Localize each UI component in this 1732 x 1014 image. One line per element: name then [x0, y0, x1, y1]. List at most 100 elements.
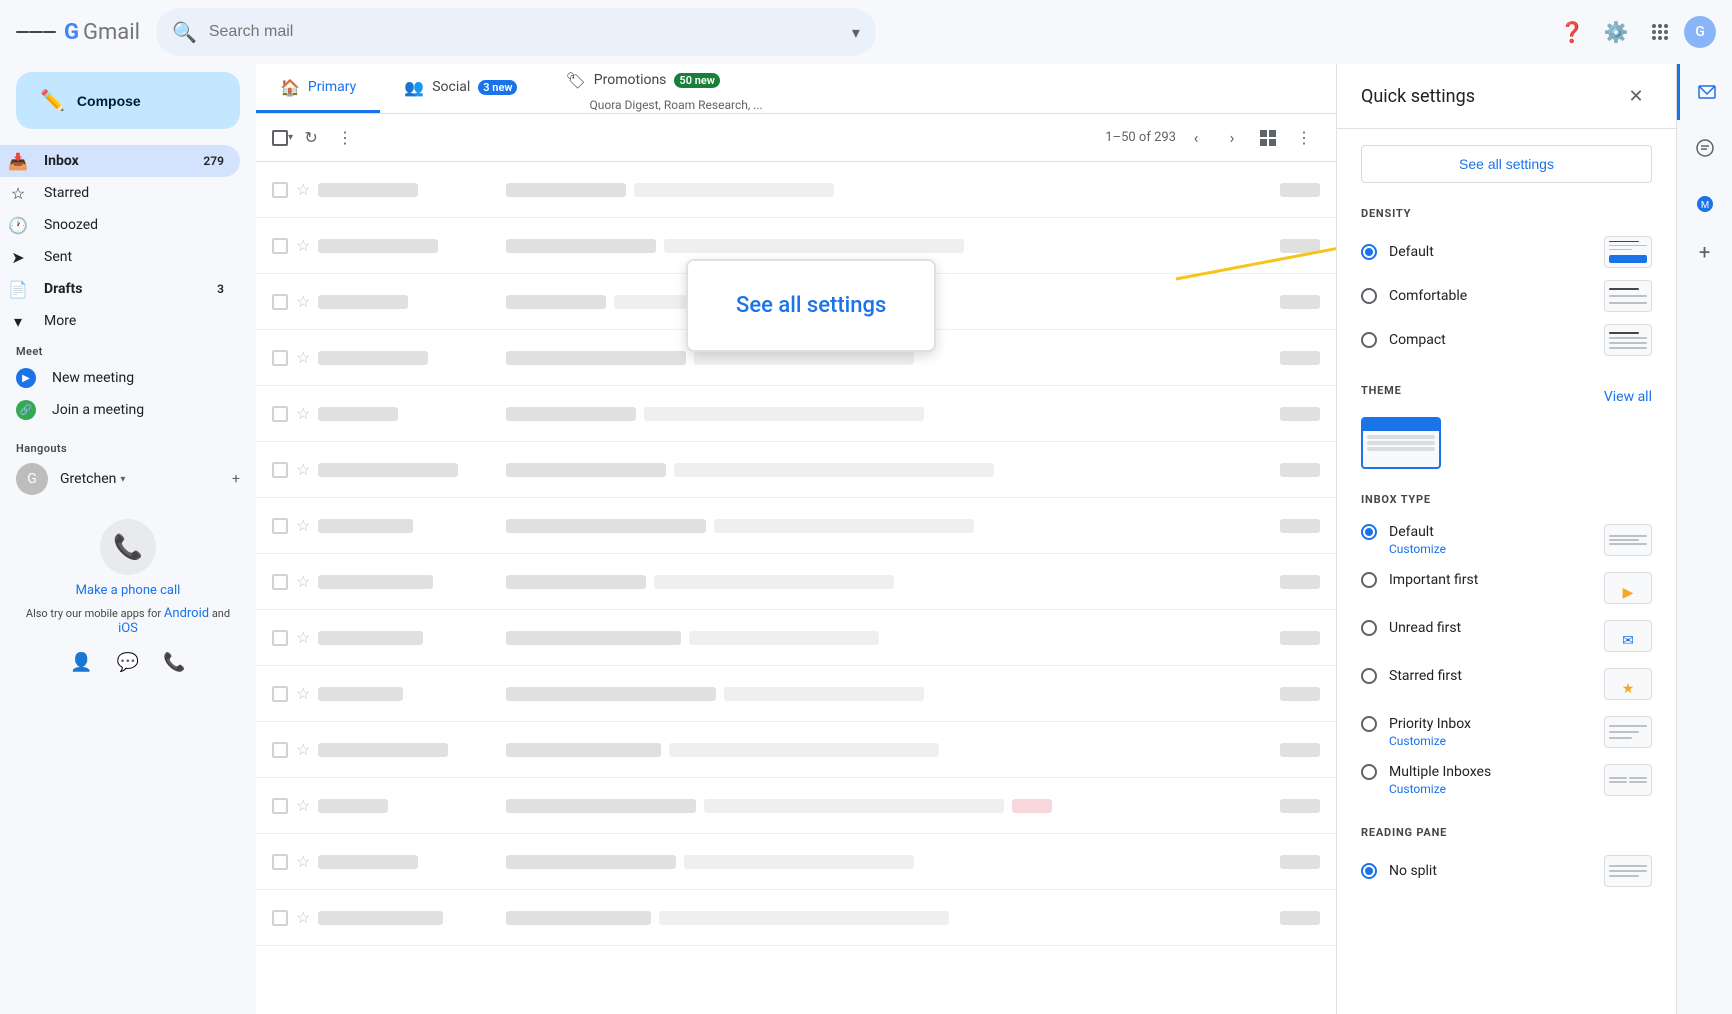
row-checkbox[interactable]: [272, 742, 288, 758]
row-star[interactable]: ☆: [296, 460, 310, 479]
right-tab-mail[interactable]: [1677, 64, 1732, 120]
row-star[interactable]: ☆: [296, 236, 310, 255]
email-row[interactable]: ☆: [256, 610, 1336, 666]
sidebar-item-starred[interactable]: ☆ Starred: [0, 177, 240, 209]
email-row[interactable]: ☆: [256, 162, 1336, 218]
row-star[interactable]: ☆: [296, 628, 310, 647]
compose-button[interactable]: ✏️ Compose: [16, 72, 240, 129]
sidebar-item-snoozed[interactable]: 🕐 Snoozed: [0, 209, 240, 241]
join-meeting-item[interactable]: 🔗 Join a meeting: [16, 394, 240, 426]
inbox-multiple-row[interactable]: Multiple Inboxes Customize: [1361, 758, 1652, 802]
row-star[interactable]: ☆: [296, 852, 310, 871]
row-checkbox[interactable]: [272, 294, 288, 310]
row-star[interactable]: ☆: [296, 572, 310, 591]
next-page-button[interactable]: ›: [1216, 122, 1248, 154]
sidebar-item-inbox[interactable]: 📥 Inbox 279: [0, 145, 240, 177]
qs-close-button[interactable]: ✕: [1620, 80, 1652, 112]
right-tab-rooms[interactable]: M: [1677, 176, 1732, 232]
hangout-add-icon[interactable]: +: [232, 471, 240, 487]
settings-button[interactable]: ⚙️: [1596, 12, 1636, 52]
row-checkbox[interactable]: [272, 910, 288, 926]
email-row[interactable]: ☆: [256, 834, 1336, 890]
row-checkbox[interactable]: [272, 518, 288, 534]
row-checkbox[interactable]: [272, 182, 288, 198]
tab-social[interactable]: 👥 Social 3 new: [380, 64, 541, 113]
select-all-area[interactable]: ▾: [272, 130, 293, 146]
contacts-icon[interactable]: 👤: [70, 652, 92, 673]
email-row[interactable]: ☆: [256, 554, 1336, 610]
theme-preview[interactable]: [1361, 417, 1441, 469]
inbox-unread-row[interactable]: Unread first ✉: [1361, 614, 1652, 658]
email-row[interactable]: ☆: [256, 722, 1336, 778]
email-row[interactable]: ☆: [256, 442, 1336, 498]
reading-no-split-radio[interactable]: [1361, 863, 1377, 879]
inbox-important-radio[interactable]: [1361, 572, 1377, 588]
density-compact-row[interactable]: Compact: [1361, 320, 1652, 360]
inbox-multiple-radio[interactable]: [1361, 764, 1377, 780]
inbox-priority-sub[interactable]: Customize: [1389, 734, 1471, 748]
density-comfortable-radio[interactable]: [1361, 288, 1377, 304]
density-compact-radio[interactable]: [1361, 332, 1377, 348]
row-checkbox[interactable]: [272, 854, 288, 870]
right-tab-chat[interactable]: [1677, 120, 1732, 176]
ios-link[interactable]: iOS: [118, 621, 138, 636]
avatar[interactable]: G: [1684, 16, 1716, 48]
right-tab-add[interactable]: +: [1677, 232, 1732, 272]
see-all-settings-callout[interactable]: See all settings: [686, 259, 936, 352]
inbox-priority-row[interactable]: Priority Inbox Customize: [1361, 710, 1652, 754]
row-checkbox[interactable]: [272, 630, 288, 646]
inbox-priority-radio[interactable]: [1361, 716, 1377, 732]
row-checkbox[interactable]: [272, 406, 288, 422]
status-icon[interactable]: 💬: [117, 652, 139, 673]
inbox-default-radio[interactable]: [1361, 524, 1377, 540]
view-all-link[interactable]: View all: [1604, 389, 1652, 405]
density-default-row[interactable]: Default: [1361, 232, 1652, 272]
row-star[interactable]: ☆: [296, 404, 310, 423]
row-star[interactable]: ☆: [296, 796, 310, 815]
select-all-checkbox[interactable]: [272, 130, 288, 146]
tab-primary[interactable]: 🏠 Primary: [256, 64, 380, 113]
density-default-radio[interactable]: [1361, 244, 1377, 260]
search-input[interactable]: [209, 23, 840, 41]
select-dropdown-icon[interactable]: ▾: [288, 132, 293, 143]
row-checkbox[interactable]: [272, 462, 288, 478]
qs-see-all-button[interactable]: See all settings: [1361, 145, 1652, 183]
row-star[interactable]: ☆: [296, 908, 310, 927]
row-checkbox[interactable]: [272, 238, 288, 254]
row-star[interactable]: ☆: [296, 180, 310, 199]
email-row[interactable]: ☆: [256, 778, 1336, 834]
row-star[interactable]: ☆: [296, 348, 310, 367]
sidebar-item-sent[interactable]: ➤ Sent: [0, 241, 240, 273]
inbox-starred-row[interactable]: Starred first ★: [1361, 662, 1652, 706]
row-star[interactable]: ☆: [296, 292, 310, 311]
email-row[interactable]: ☆: [256, 498, 1336, 554]
hamburger-menu[interactable]: [16, 12, 56, 52]
density-comfortable-row[interactable]: Comfortable: [1361, 276, 1652, 316]
email-row[interactable]: ☆: [256, 666, 1336, 722]
inbox-default-sub[interactable]: Customize: [1389, 542, 1446, 556]
inbox-default-row[interactable]: Default Customize: [1361, 518, 1652, 562]
phone-link[interactable]: Make a phone call: [76, 583, 181, 598]
email-row[interactable]: ☆: [256, 890, 1336, 946]
email-row[interactable]: ☆: [256, 386, 1336, 442]
prev-page-button[interactable]: ‹: [1180, 122, 1212, 154]
tab-promotions[interactable]: 🏷 Promotions 50 new Quora Digest, Roam R…: [541, 64, 786, 113]
apps-button[interactable]: [1640, 12, 1680, 52]
row-star[interactable]: ☆: [296, 740, 310, 759]
inbox-unread-radio[interactable]: [1361, 620, 1377, 636]
phone-bottom-icon[interactable]: 📞: [163, 652, 185, 673]
android-link[interactable]: Android: [164, 606, 209, 621]
search-filter-icon[interactable]: ▾: [852, 23, 860, 42]
reading-no-split-row[interactable]: No split: [1361, 851, 1652, 891]
inbox-starred-radio[interactable]: [1361, 668, 1377, 684]
row-checkbox[interactable]: [272, 798, 288, 814]
refresh-button[interactable]: ↻: [295, 122, 327, 154]
more-options-button[interactable]: ⋮: [329, 122, 361, 154]
row-checkbox[interactable]: [272, 350, 288, 366]
row-star[interactable]: ☆: [296, 684, 310, 703]
view-options-button[interactable]: [1252, 122, 1284, 154]
sidebar-item-drafts[interactable]: 📄 Drafts 3: [0, 273, 240, 305]
row-checkbox[interactable]: [272, 574, 288, 590]
help-button[interactable]: ❓: [1552, 12, 1592, 52]
row-star[interactable]: ☆: [296, 516, 310, 535]
